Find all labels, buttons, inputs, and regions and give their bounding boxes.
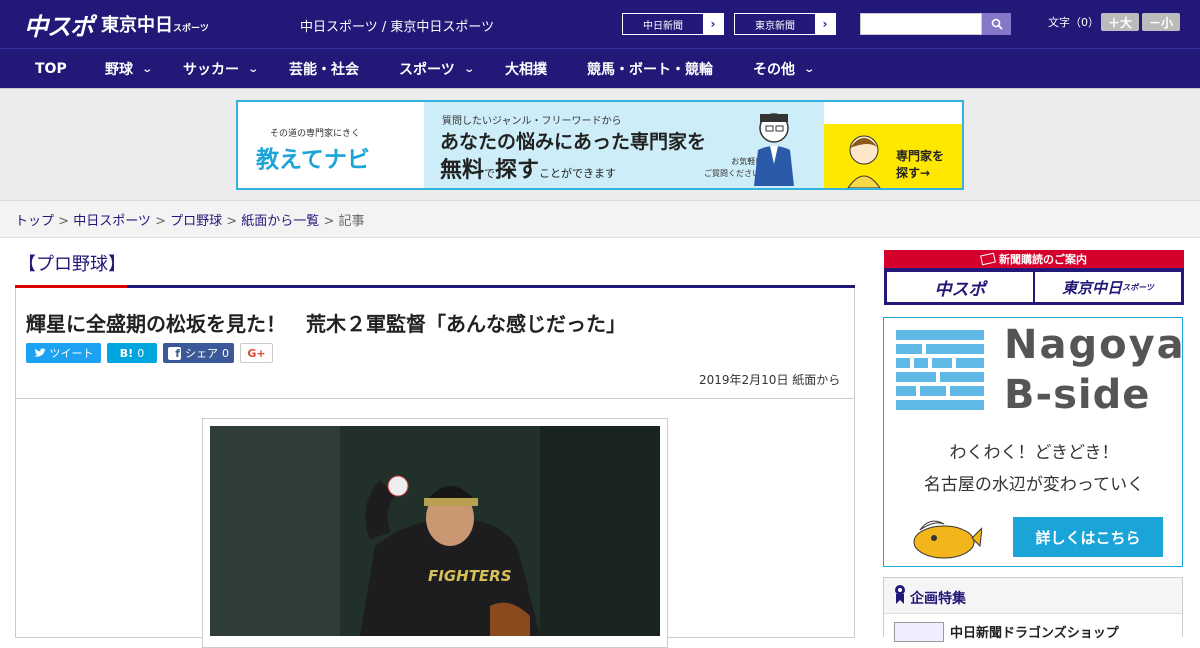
chevron-right-icon: ›: [815, 14, 835, 34]
nagoya-bside-ad[interactable]: Nagoya B-side わくわく！どきどき！ 名古屋の水辺が変わっていく 詳…: [883, 317, 1186, 567]
site-logo[interactable]: 中スポ 東京中日スポーツ: [24, 7, 209, 42]
twitter-bird-icon: [33, 348, 46, 357]
jersey-text: FIGHTERS: [428, 567, 512, 585]
facebook-icon: f: [168, 346, 181, 360]
breadcrumb-top[interactable]: トップ: [15, 214, 54, 229]
chevron-down-icon: ⌄: [247, 63, 260, 75]
shachihoko-mascot-icon: [913, 520, 982, 559]
breadcrumb: トップ > 中日スポーツ > プロ野球 > 紙面から一覧 > 記事: [15, 214, 365, 229]
font-smaller-button[interactable]: －小: [1142, 13, 1180, 31]
category-underline-accent: [15, 285, 127, 288]
breadcrumb-pro-baseball[interactable]: プロ野球: [170, 214, 222, 229]
ad-details-button[interactable]: 詳しくはこちら: [1013, 517, 1163, 557]
search-input[interactable]: [860, 13, 982, 35]
breadcrumb-current: 記事: [338, 214, 365, 229]
banner-brand: 教えてナビ: [256, 147, 370, 173]
tweet-button[interactable]: ツイート: [26, 343, 101, 363]
facebook-count: 0: [222, 346, 229, 360]
banner-line1: 質問したいジャンル・フリーワードから: [442, 116, 622, 127]
brick-wall-icon: [896, 330, 984, 410]
oshiete-navi-banner[interactable]: その道の専門家にきく 教えてナビ 質問したいジャンル・フリーワードから あなたの…: [236, 100, 964, 190]
ad-copy-1: わくわく！どきどき！: [949, 443, 1119, 463]
banner-copy-area: 質問したいジャンル・フリーワードから あなたの悩みにあった専門家を 無料で探すこ…: [424, 102, 824, 188]
chevron-down-icon: ⌄: [141, 63, 154, 75]
nav-top[interactable]: TOP: [35, 49, 67, 89]
ribbon-icon: [895, 585, 905, 604]
main-nav: TOP 野球 ⌄ サッカー ⌄ 芸能・社会 スポーツ ⌄ 大相撲 競馬・ボート・競輪 …: [0, 48, 1200, 88]
chevron-right-icon: ›: [703, 14, 723, 34]
subscribe-chuspo-button[interactable]: 中スポ: [887, 272, 1033, 302]
hatena-icon: B!: [119, 346, 134, 360]
article-date: 2019年2月10日 紙面から: [699, 373, 841, 387]
chevron-down-icon: ⌄: [803, 63, 816, 75]
businessman-illustration-icon: [754, 113, 794, 186]
banner-line2: あなたの悩みにあった専門家を: [440, 131, 707, 153]
feature-panel: 企画特集 中日新聞ドラゴンズショップ: [883, 577, 1183, 642]
chunichi-shimbun-button[interactable]: 中日新聞 ›: [622, 13, 724, 35]
ad-copy-2: 名古屋の水辺が変わっていく: [923, 475, 1145, 495]
banner-tagline: その道の専門家にきく: [270, 129, 361, 139]
subscription-panel: 新聞購読のご案内 中スポ 東京中日 スポーツ: [884, 250, 1184, 305]
top-header: 中スポ 東京中日スポーツ 中日スポーツ / 東京中日スポーツ 中日新聞 › 東京…: [0, 0, 1200, 48]
hatena-bookmark-button[interactable]: B! 0: [107, 343, 157, 363]
list-item[interactable]: 中日新聞ドラゴンズショップ: [884, 613, 1182, 642]
girl-illustration-icon: [847, 135, 881, 188]
pitcher-photo-image: FIGHTERS: [210, 426, 660, 636]
search-icon: [991, 18, 1003, 30]
divider: [16, 398, 854, 399]
subscription-header: 新聞購読のご案内: [884, 250, 1184, 268]
gplus-share-button[interactable]: G+: [240, 343, 273, 363]
font-size-label: 文字（0）: [1048, 16, 1099, 29]
tokyo-shimbun-button[interactable]: 東京新聞 ›: [734, 13, 836, 35]
feature-item-label: 中日新聞ドラゴンズショップ: [950, 626, 1119, 641]
feature-header: 企画特集: [910, 591, 966, 607]
nav-other[interactable]: その他 ⌄: [753, 49, 816, 89]
nav-sumo[interactable]: 大相撲: [505, 49, 547, 89]
chunichi-shimbun-label: 中日新聞: [643, 20, 683, 32]
article-category: 【プロ野球】: [18, 254, 126, 275]
search-box: [860, 13, 1011, 35]
banner-cta-area: 専門家を 探す→: [824, 124, 962, 188]
nav-keiba[interactable]: 競馬・ボート・競輪: [587, 49, 713, 89]
ad-title-nagoya: Nagoya: [1004, 322, 1186, 368]
category-underline: [15, 285, 855, 288]
logo-tokyo-chunichi[interactable]: 東京中日スポーツ: [101, 11, 209, 37]
nav-baseball[interactable]: 野球 ⌄: [105, 49, 154, 89]
banner-line3: 無料で探すことができます: [440, 158, 617, 183]
ad-title-bside: B-side: [1004, 372, 1151, 418]
nav-sports[interactable]: スポーツ ⌄: [399, 49, 475, 89]
font-larger-button[interactable]: ＋大: [1101, 13, 1139, 31]
hatena-count: 0: [137, 346, 145, 360]
search-button[interactable]: [982, 13, 1011, 35]
tokyo-shimbun-label: 東京新聞: [755, 20, 795, 32]
article-photo[interactable]: FIGHTERS: [210, 426, 660, 636]
chevron-down-icon: ⌄: [463, 63, 475, 75]
facebook-share-button[interactable]: f シェア 0: [163, 343, 234, 363]
breadcrumb-chunichi-sports[interactable]: 中日スポーツ: [73, 214, 151, 229]
site-links[interactable]: 中日スポーツ / 東京中日スポーツ: [300, 16, 494, 35]
banner-brand-area: その道の専門家にきく 教えてナビ: [238, 102, 424, 188]
gplus-icon: G+: [247, 346, 266, 360]
newspaper-icon: [980, 252, 996, 266]
page-title: 輝星に全盛期の松坂を見た！ 荒木２軍監督「あんな感じだった」: [26, 312, 626, 336]
dragons-shop-thumbnail: [894, 622, 944, 642]
logo-chuspo[interactable]: 中スポ: [24, 7, 94, 42]
banner-cta: 専門家を 探す→: [896, 149, 945, 180]
subscribe-tokyo-chunichi-button[interactable]: 東京中日 スポーツ: [1035, 272, 1181, 302]
breadcrumb-print-list[interactable]: 紙面から一覧: [241, 214, 319, 229]
nav-soccer[interactable]: サッカー ⌄: [183, 49, 260, 89]
nav-entertainment[interactable]: 芸能・社会: [289, 49, 359, 89]
